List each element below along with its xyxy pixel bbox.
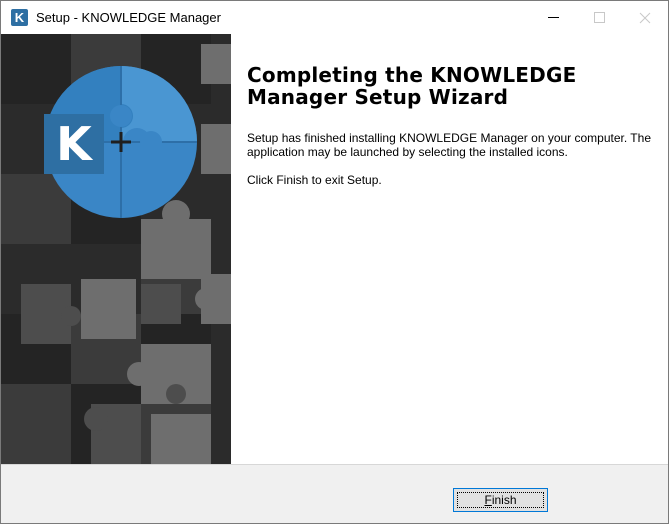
banner-logo-letter: K bbox=[56, 117, 94, 171]
page-title: Completing the KNOWLEDGE Manager Setup W… bbox=[247, 63, 577, 109]
window-controls bbox=[530, 1, 668, 34]
title-bar[interactable]: K Setup - KNOWLEDGE Manager bbox=[1, 1, 668, 34]
wizard-banner-image: K bbox=[1, 34, 231, 464]
minimize-icon bbox=[547, 17, 559, 18]
close-button[interactable] bbox=[622, 1, 668, 34]
finish-button-label: Finish bbox=[484, 493, 516, 507]
window-title: Setup - KNOWLEDGE Manager bbox=[36, 10, 221, 25]
finish-label-rest: inish bbox=[491, 493, 517, 507]
setup-window: K Setup - KNOWLEDGE Manager K Completing… bbox=[0, 0, 669, 524]
maximize-button[interactable] bbox=[576, 1, 622, 34]
app-icon: K bbox=[11, 9, 28, 26]
puzzle-graphic: K bbox=[1, 34, 231, 464]
wizard-content: Completing the KNOWLEDGE Manager Setup W… bbox=[247, 64, 652, 187]
finish-button[interactable]: Finish bbox=[453, 488, 548, 512]
minimize-button[interactable] bbox=[530, 1, 576, 34]
close-icon bbox=[639, 12, 651, 23]
finish-accelerator: F bbox=[484, 493, 492, 507]
completion-message: Setup has finished installing KNOWLEDGE … bbox=[247, 131, 651, 159]
maximize-icon bbox=[593, 12, 605, 23]
wizard-footer: Finish bbox=[1, 465, 668, 523]
exit-instruction: Click Finish to exit Setup. bbox=[247, 173, 382, 187]
